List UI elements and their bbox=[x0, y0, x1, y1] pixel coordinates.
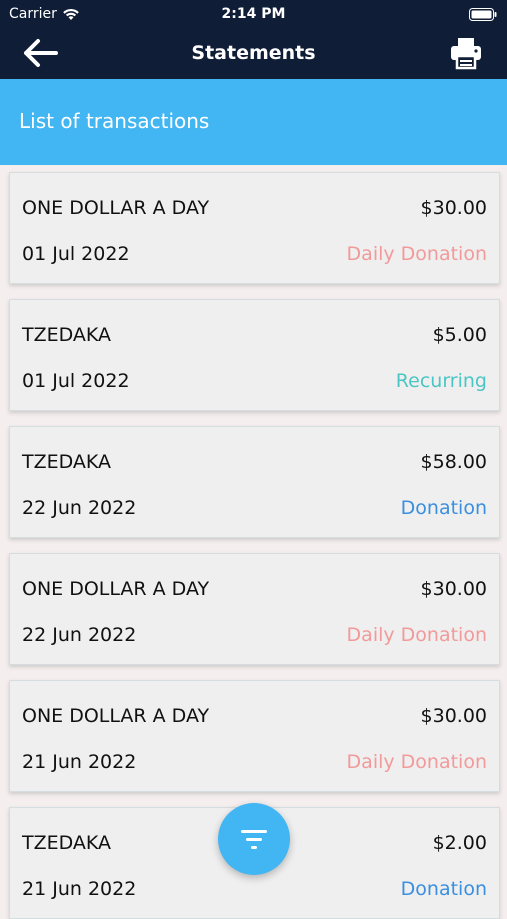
transaction-name: TZEDAKA bbox=[22, 324, 112, 346]
transaction-type: Donation bbox=[400, 878, 487, 900]
filter-button[interactable] bbox=[218, 803, 290, 875]
transaction-amount: $2.00 bbox=[432, 832, 487, 854]
transaction-type: Recurring bbox=[395, 370, 487, 392]
transaction-type: Daily Donation bbox=[346, 751, 487, 773]
transaction-date: 01 Jul 2022 bbox=[22, 370, 130, 392]
section-title: List of transactions bbox=[19, 109, 210, 133]
printer-icon[interactable] bbox=[449, 36, 483, 70]
transaction-name: TZEDAKA bbox=[22, 451, 112, 473]
transaction-type: Daily Donation bbox=[346, 243, 487, 265]
transaction-card[interactable]: ONE DOLLAR A DAY $30.00 22 Jun 2022 Dail… bbox=[9, 553, 500, 665]
status-bar: Carrier 2:14 PM bbox=[0, 0, 507, 28]
transaction-amount: $30.00 bbox=[420, 578, 487, 600]
transaction-date: 22 Jun 2022 bbox=[22, 624, 137, 646]
transaction-type: Daily Donation bbox=[346, 624, 487, 646]
transaction-card[interactable]: ONE DOLLAR A DAY $30.00 21 Jun 2022 Dail… bbox=[9, 680, 500, 792]
transaction-date: 21 Jun 2022 bbox=[22, 878, 137, 900]
transaction-name: ONE DOLLAR A DAY bbox=[22, 705, 210, 727]
transaction-date: 21 Jun 2022 bbox=[22, 751, 137, 773]
nav-bar: Statements bbox=[0, 28, 507, 79]
clock: 2:14 PM bbox=[221, 6, 286, 22]
filter-icon bbox=[241, 830, 267, 849]
transaction-date: 22 Jun 2022 bbox=[22, 497, 137, 519]
transaction-name: ONE DOLLAR A DAY bbox=[22, 578, 210, 600]
transaction-card[interactable]: TZEDAKA $58.00 22 Jun 2022 Donation bbox=[9, 426, 500, 538]
transaction-card[interactable]: TZEDAKA $5.00 01 Jul 2022 Recurring bbox=[9, 299, 500, 411]
page-title: Statements bbox=[191, 42, 316, 64]
transaction-amount: $30.00 bbox=[420, 705, 487, 727]
transaction-amount: $30.00 bbox=[420, 197, 487, 219]
transaction-name: TZEDAKA bbox=[22, 832, 112, 854]
transaction-date: 01 Jul 2022 bbox=[22, 243, 130, 265]
transaction-amount: $5.00 bbox=[432, 324, 487, 346]
transaction-amount: $58.00 bbox=[420, 451, 487, 473]
transaction-name: ONE DOLLAR A DAY bbox=[22, 197, 210, 219]
transaction-card[interactable]: ONE DOLLAR A DAY $30.00 01 Jul 2022 Dail… bbox=[9, 172, 500, 284]
battery-icon bbox=[469, 8, 497, 21]
section-header: List of transactions bbox=[0, 79, 507, 165]
transaction-type: Donation bbox=[400, 497, 487, 519]
